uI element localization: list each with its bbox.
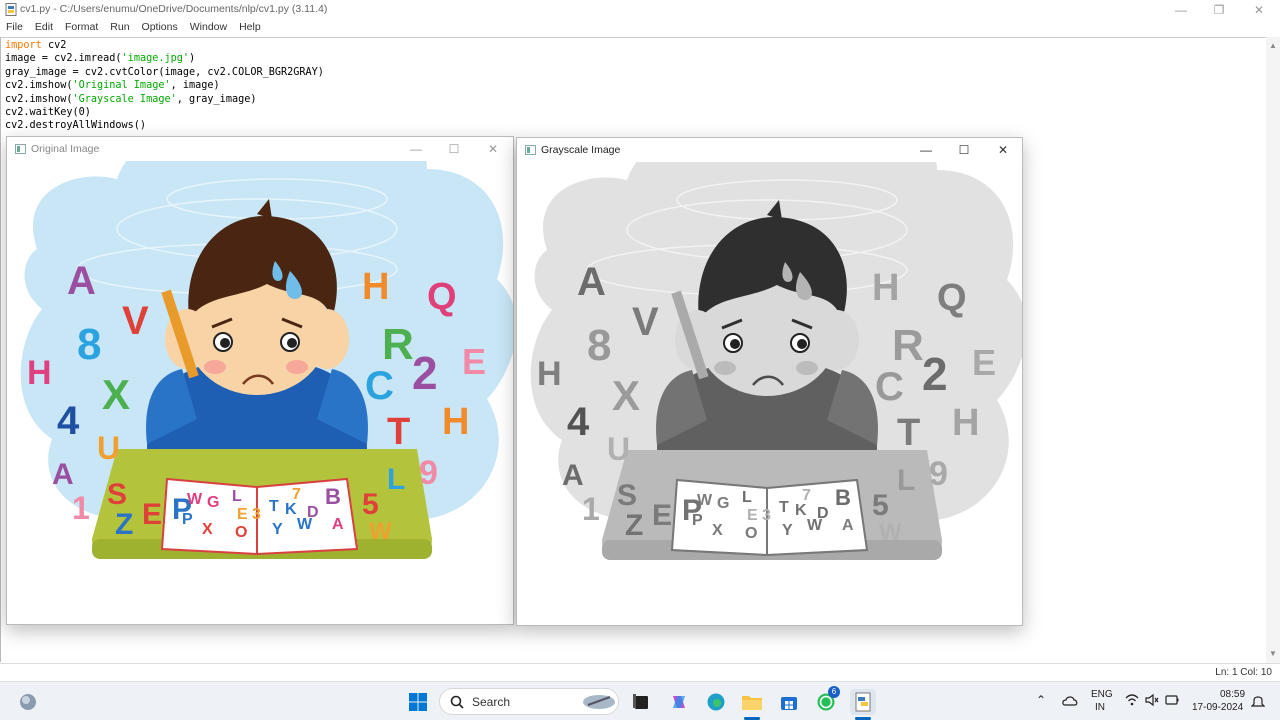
windows-logo-icon xyxy=(409,693,427,711)
python-file-icon xyxy=(5,3,17,16)
start-button[interactable] xyxy=(405,689,431,715)
grayscale-illustration xyxy=(529,162,1022,562)
code-line-4a: cv2.imshow( xyxy=(5,80,73,92)
taskbar-search[interactable]: Search xyxy=(439,688,619,715)
edge-browser-icon xyxy=(707,693,725,711)
original-image-window[interactable]: Original Image — ☐ ✕ xyxy=(6,136,514,625)
original-window-titlebar[interactable]: Original Image — ☐ ✕ xyxy=(7,137,513,161)
opencv-window-icon xyxy=(15,144,26,154)
search-icon xyxy=(450,695,464,709)
close-icon: ✕ xyxy=(487,142,499,156)
close-button[interactable]: ✕ xyxy=(1240,0,1278,20)
minimize-button[interactable]: — xyxy=(1162,0,1200,20)
code-text: import cv2 image = cv2.imread('image.jpg… xyxy=(5,39,324,133)
maximize-icon: ☐ xyxy=(958,143,970,157)
tray-chevron-icon[interactable]: ⌃ xyxy=(1036,693,1046,707)
close-icon: ✕ xyxy=(997,143,1009,157)
code-string: 'image.jpg' xyxy=(121,53,190,65)
scroll-down-icon[interactable]: ▼ xyxy=(1269,649,1277,658)
language-code[interactable]: ENG xyxy=(1091,689,1113,700)
status-bar: Ln: 1 Col: 10 xyxy=(0,663,1280,681)
grayscale-image xyxy=(529,162,1022,562)
grayscale-window-titlebar[interactable]: Grayscale Image — ☐ ✕ xyxy=(517,138,1022,162)
code-string: 'Original Image' xyxy=(72,80,171,92)
original-close-button[interactable]: ✕ xyxy=(474,139,512,159)
menu-file[interactable]: File xyxy=(0,20,29,37)
file-explorer-button[interactable] xyxy=(739,689,765,720)
folder-icon xyxy=(742,696,762,710)
onedrive-icon[interactable] xyxy=(1062,694,1078,708)
copilot-icon xyxy=(673,696,685,708)
clock-date[interactable]: 17-09-2024 xyxy=(1192,702,1243,713)
menu-help[interactable]: Help xyxy=(233,20,267,37)
original-image xyxy=(19,161,513,561)
cursor-position: Ln: 1 Col: 10 xyxy=(1215,667,1272,678)
maximize-icon: ☐ xyxy=(448,142,460,156)
restore-icon: ❐ xyxy=(1213,3,1225,17)
wifi-icon[interactable] xyxy=(1125,694,1139,706)
grayscale-image-window[interactable]: Grayscale Image — ☐ ✕ xyxy=(516,137,1023,626)
original-illustration xyxy=(19,161,513,561)
minimize-icon: — xyxy=(920,143,932,157)
taskbar: Search 6 ⌃ ENG IN 08:59 17-09-2024 xyxy=(0,681,1280,720)
code-line-2a: image = cv2.imread( xyxy=(5,53,122,65)
scroll-up-icon[interactable]: ▲ xyxy=(1269,41,1277,50)
code-line-1: cv2 xyxy=(41,40,67,51)
battery-icon[interactable] xyxy=(1165,694,1179,706)
task-view-icon xyxy=(633,694,648,709)
original-window-title: Original Image xyxy=(31,143,100,155)
menu-edit[interactable]: Edit xyxy=(29,20,59,37)
code-line-3: gray_image = cv2.cvtColor(image, cv2.COL… xyxy=(5,66,324,78)
code-line-5a: cv2.imshow( xyxy=(5,93,73,105)
close-icon: ✕ xyxy=(1253,3,1265,17)
store-button[interactable] xyxy=(776,689,802,715)
idle-window-title: cv1.py - C:/Users/enumu/OneDrive/Documen… xyxy=(20,3,328,15)
minimize-icon: — xyxy=(1175,3,1187,17)
edge-button[interactable] xyxy=(703,689,729,715)
code-string: 'Grayscale Image' xyxy=(72,93,177,105)
code-line-7: cv2.destroyAllWindows() xyxy=(5,120,147,132)
restore-button[interactable]: ❐ xyxy=(1200,0,1238,20)
original-minimize-button[interactable]: — xyxy=(397,139,435,159)
code-line-2b: ) xyxy=(189,53,196,65)
task-view-button[interactable] xyxy=(628,689,654,715)
code-line-4b: , image) xyxy=(170,80,220,92)
menu-format[interactable]: Format xyxy=(59,20,104,37)
grayscale-window-title: Grayscale Image xyxy=(541,144,621,156)
notification-bell-icon[interactable] xyxy=(1251,694,1265,708)
menu-run[interactable]: Run xyxy=(104,20,135,37)
search-label: Search xyxy=(472,695,511,709)
code-line-6: cv2.waitKey(0) xyxy=(5,107,91,119)
code-line-5b: , gray_image) xyxy=(176,93,257,105)
original-maximize-button[interactable]: ☐ xyxy=(435,139,473,159)
clock-time[interactable]: 08:59 xyxy=(1220,689,1245,700)
copilot-button[interactable] xyxy=(666,689,692,715)
grayscale-minimize-button[interactable]: — xyxy=(907,140,945,160)
code-keyword: import xyxy=(5,40,42,51)
speaker-muted-icon[interactable] xyxy=(1145,694,1159,706)
language-region[interactable]: IN xyxy=(1095,702,1105,713)
opencv-window-icon xyxy=(525,145,536,155)
grayscale-close-button[interactable]: ✕ xyxy=(984,140,1022,160)
menu-bar: File Edit Format Run Options Window Help xyxy=(0,20,1280,37)
notification-badge: 6 xyxy=(828,686,840,698)
grayscale-maximize-button[interactable]: ☐ xyxy=(945,140,983,160)
python-idle-icon xyxy=(855,692,871,712)
minimize-icon: — xyxy=(410,142,422,156)
menu-options[interactable]: Options xyxy=(136,20,184,37)
idle-title-bar: cv1.py - C:/Users/enumu/OneDrive/Documen… xyxy=(0,0,1280,20)
weather-icon xyxy=(20,694,36,710)
whatsapp-button[interactable]: 6 xyxy=(813,686,840,715)
editor-scrollbar[interactable]: ▲ ▼ xyxy=(1266,37,1280,663)
menu-window[interactable]: Window xyxy=(184,20,233,37)
idle-button[interactable] xyxy=(850,689,876,720)
store-icon xyxy=(781,697,797,710)
search-highlight-icon xyxy=(583,695,615,709)
widgets-button[interactable] xyxy=(15,689,41,715)
